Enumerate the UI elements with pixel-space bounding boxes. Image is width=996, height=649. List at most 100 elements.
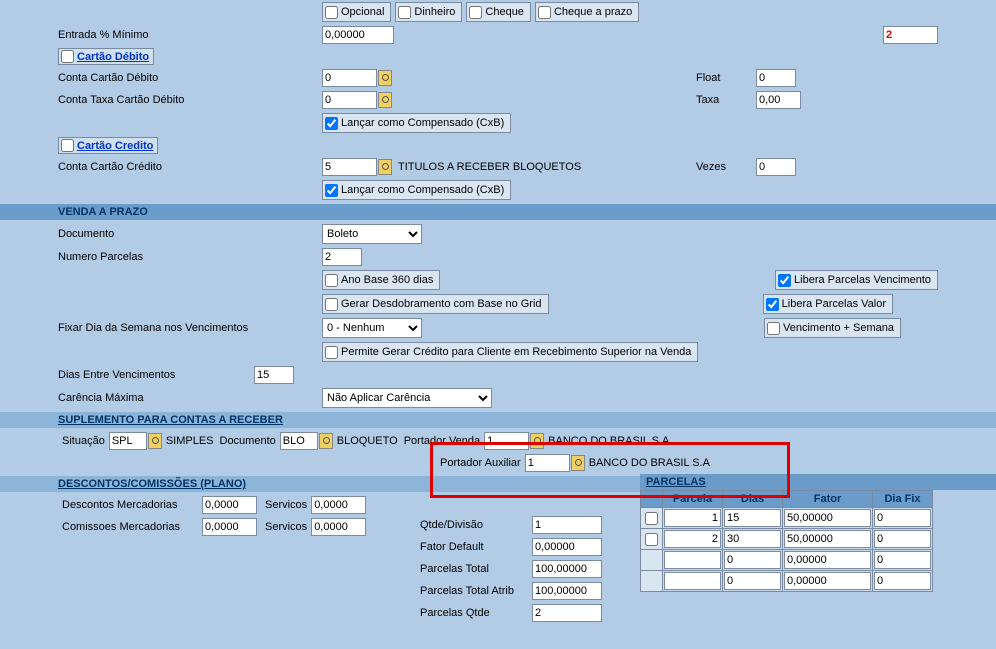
- supl-documento-input[interactable]: [280, 432, 318, 450]
- conta-debito-label: Conta Cartão Débito: [0, 72, 322, 84]
- desc-merc-input[interactable]: [202, 496, 257, 514]
- parc-qtde-label: Parcelas Qtde: [420, 607, 532, 619]
- dinheiro-checkbox[interactable]: Dinheiro: [395, 2, 462, 22]
- credito-compensado-checkbox[interactable]: Lançar como Compensado (CxB): [322, 180, 511, 200]
- fator-def-input[interactable]: [532, 538, 602, 556]
- dias-cell[interactable]: [724, 551, 781, 569]
- dias-cell[interactable]: [724, 572, 781, 590]
- diafix-cell[interactable]: [874, 551, 931, 569]
- venc-semana-checkbox[interactable]: Vencimento + Semana: [764, 318, 901, 338]
- diafix-cell[interactable]: [874, 509, 931, 527]
- dias-cell[interactable]: [724, 530, 781, 548]
- taxa-input[interactable]: [756, 91, 801, 109]
- entrada-min-input[interactable]: [322, 26, 394, 44]
- qtde-div-input[interactable]: [532, 516, 602, 534]
- carencia-label: Carência Máxima: [0, 392, 322, 404]
- diafix-cell[interactable]: [874, 572, 931, 590]
- cartao-debito-toggle[interactable]: Cartão Débito: [58, 48, 154, 65]
- libera-venc-checkbox[interactable]: Libera Parcelas Vencimento: [775, 270, 938, 290]
- entrada-right-input[interactable]: [883, 26, 938, 44]
- parcela-cell[interactable]: [664, 551, 721, 569]
- cheque-prazo-checkbox[interactable]: Cheque a prazo: [535, 2, 639, 22]
- row-checkbox[interactable]: [642, 512, 661, 525]
- fator-cell[interactable]: [784, 530, 871, 548]
- cartao-debito-link[interactable]: Cartão Débito: [77, 51, 149, 63]
- port-aux-input[interactable]: [525, 454, 570, 472]
- venc-semana-label: Vencimento + Semana: [783, 322, 894, 334]
- fator-cell[interactable]: [784, 572, 871, 590]
- qtde-div-label: Qtde/Divisão: [420, 519, 532, 531]
- situacao-lookup-icon[interactable]: [148, 433, 162, 449]
- vezes-label: Vezes: [696, 161, 756, 173]
- parcela-cell[interactable]: [664, 530, 721, 548]
- suplemento-header: SUPLEMENTO PARA CONTAS A RECEBER: [0, 412, 996, 428]
- cartao-credito-link[interactable]: Cartão Credito: [77, 140, 153, 152]
- fator-cell[interactable]: [784, 551, 871, 569]
- parcela-cell[interactable]: [664, 572, 721, 590]
- table-row: [641, 550, 933, 571]
- taxa-label: Taxa: [696, 94, 756, 106]
- conta-credito-input[interactable]: [322, 158, 377, 176]
- libera-valor-checkbox[interactable]: Libera Parcelas Valor: [763, 294, 893, 314]
- parc-qtde-input[interactable]: [532, 604, 602, 622]
- supl-documento-label: Documento: [220, 435, 276, 447]
- table-row: [641, 508, 933, 529]
- situacao-label: Situação: [62, 435, 105, 447]
- libera-valor-label: Libera Parcelas Valor: [782, 298, 886, 310]
- conta-taxa-debito-label: Conta Taxa Cartão Débito: [0, 94, 322, 106]
- col-diafix: Dia Fix: [873, 491, 933, 508]
- supl-documento-desc: BLOQUETO: [337, 435, 398, 447]
- conta-debito-lookup-icon[interactable]: [378, 70, 392, 86]
- situacao-input[interactable]: [109, 432, 147, 450]
- supl-documento-lookup-icon[interactable]: [319, 433, 333, 449]
- table-row: [641, 529, 933, 550]
- parcelas-table: Parcela Dias Fator Dia Fix: [640, 490, 933, 592]
- cheque-checkbox[interactable]: Cheque: [466, 2, 531, 22]
- table-row: [641, 571, 933, 592]
- dias-cell[interactable]: [724, 509, 781, 527]
- fixar-dia-label: Fixar Dia da Semana nos Vencimentos: [0, 322, 322, 334]
- ano-base-checkbox[interactable]: Ano Base 360 dias: [322, 270, 440, 290]
- permite-credito-checkbox[interactable]: Permite Gerar Crédito para Cliente em Re…: [322, 342, 698, 362]
- com-serv-input[interactable]: [311, 518, 366, 536]
- fator-cell[interactable]: [784, 509, 871, 527]
- dinheiro-label: Dinheiro: [414, 6, 455, 18]
- conta-taxa-debito-lookup-icon[interactable]: [378, 92, 392, 108]
- diafix-cell[interactable]: [874, 530, 931, 548]
- gerar-desd-checkbox[interactable]: Gerar Desdobramento com Base no Grid: [322, 294, 549, 314]
- cartao-credito-toggle[interactable]: Cartão Credito: [58, 137, 158, 154]
- vezes-input[interactable]: [756, 158, 796, 176]
- com-merc-label: Comissoes Mercadorias: [62, 521, 202, 533]
- parc-total-input[interactable]: [532, 560, 602, 578]
- port-venda-input[interactable]: [484, 432, 529, 450]
- fixar-dia-select[interactable]: 0 - Nenhum: [322, 318, 422, 338]
- carencia-select[interactable]: Não Aplicar Carência: [322, 388, 492, 408]
- cheque-prazo-label: Cheque a prazo: [554, 6, 632, 18]
- conta-credito-lookup-icon[interactable]: [378, 159, 392, 175]
- parc-total-label: Parcelas Total: [420, 563, 532, 575]
- col-parcela: Parcela: [663, 491, 723, 508]
- permite-credito-label: Permite Gerar Crédito para Cliente em Re…: [341, 346, 691, 358]
- debito-compensado-checkbox[interactable]: Lançar como Compensado (CxB): [322, 113, 511, 133]
- conta-taxa-debito-input[interactable]: [322, 91, 377, 109]
- desc-serv-input[interactable]: [311, 496, 366, 514]
- conta-debito-input[interactable]: [322, 69, 377, 87]
- documento-select[interactable]: Boleto: [322, 224, 422, 244]
- desc-merc-label: Descontos Mercadorias: [62, 499, 202, 511]
- float-input[interactable]: [756, 69, 796, 87]
- dias-entre-label: Dias Entre Vencimentos: [0, 369, 254, 381]
- com-merc-input[interactable]: [202, 518, 257, 536]
- debito-compensado-label: Lançar como Compensado (CxB): [341, 117, 504, 129]
- parc-atrib-input[interactable]: [532, 582, 602, 600]
- credito-compensado-label: Lançar como Compensado (CxB): [341, 184, 504, 196]
- opcional-checkbox[interactable]: Opcional: [322, 2, 391, 22]
- ano-base-label: Ano Base 360 dias: [341, 274, 433, 286]
- fator-def-label: Fator Default: [420, 541, 532, 553]
- row-checkbox[interactable]: [642, 533, 661, 546]
- port-aux-lookup-icon[interactable]: [571, 455, 585, 471]
- port-venda-lookup-icon[interactable]: [530, 433, 544, 449]
- documento-label: Documento: [0, 228, 322, 240]
- parcela-cell[interactable]: [664, 509, 721, 527]
- num-parcelas-input[interactable]: [322, 248, 362, 266]
- dias-entre-input[interactable]: [254, 366, 294, 384]
